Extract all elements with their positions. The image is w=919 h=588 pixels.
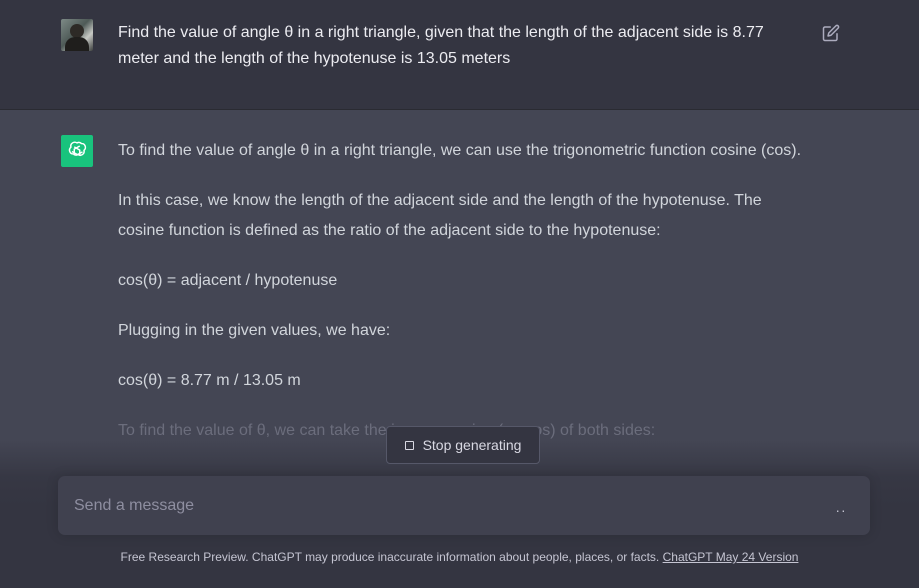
footer-disclaimer: Free Research Preview. ChatGPT may produ… bbox=[0, 549, 919, 565]
stop-generating-button[interactable]: Stop generating bbox=[386, 426, 540, 464]
stop-generating-label: Stop generating bbox=[422, 437, 522, 453]
chat-page: Find the value of angle θ in a right tri… bbox=[0, 0, 919, 588]
avatar-body-shape bbox=[65, 37, 89, 51]
answer-paragraph: cos(θ) = adjacent / hypotenuse bbox=[118, 272, 338, 289]
user-message-row: Find the value of angle θ in a right tri… bbox=[0, 0, 919, 110]
assistant-message-text: To find the value of angle θ in a right … bbox=[118, 136, 808, 466]
stop-square-icon bbox=[404, 440, 414, 450]
edit-icon[interactable] bbox=[822, 24, 840, 42]
user-message-text: Find the value of angle θ in a right tri… bbox=[118, 24, 764, 67]
generating-indicator: ·· bbox=[835, 502, 847, 518]
answer-paragraph: In this case, we know the length of the … bbox=[118, 192, 762, 239]
version-link[interactable]: ChatGPT May 24 Version bbox=[663, 550, 799, 564]
message-input[interactable] bbox=[74, 476, 804, 535]
answer-paragraph: cos(θ) = 8.77 m / 13.05 m bbox=[118, 372, 301, 389]
answer-paragraph: Plugging in the given values, we have: bbox=[118, 322, 391, 339]
openai-logo-icon bbox=[61, 135, 93, 167]
footer-text: Free Research Preview. ChatGPT may produ… bbox=[120, 550, 663, 564]
message-composer: ·· bbox=[58, 476, 870, 535]
avatar-head-shape bbox=[70, 24, 84, 38]
answer-paragraph: To find the value of angle θ in a right … bbox=[118, 142, 802, 159]
user-avatar bbox=[61, 19, 93, 51]
